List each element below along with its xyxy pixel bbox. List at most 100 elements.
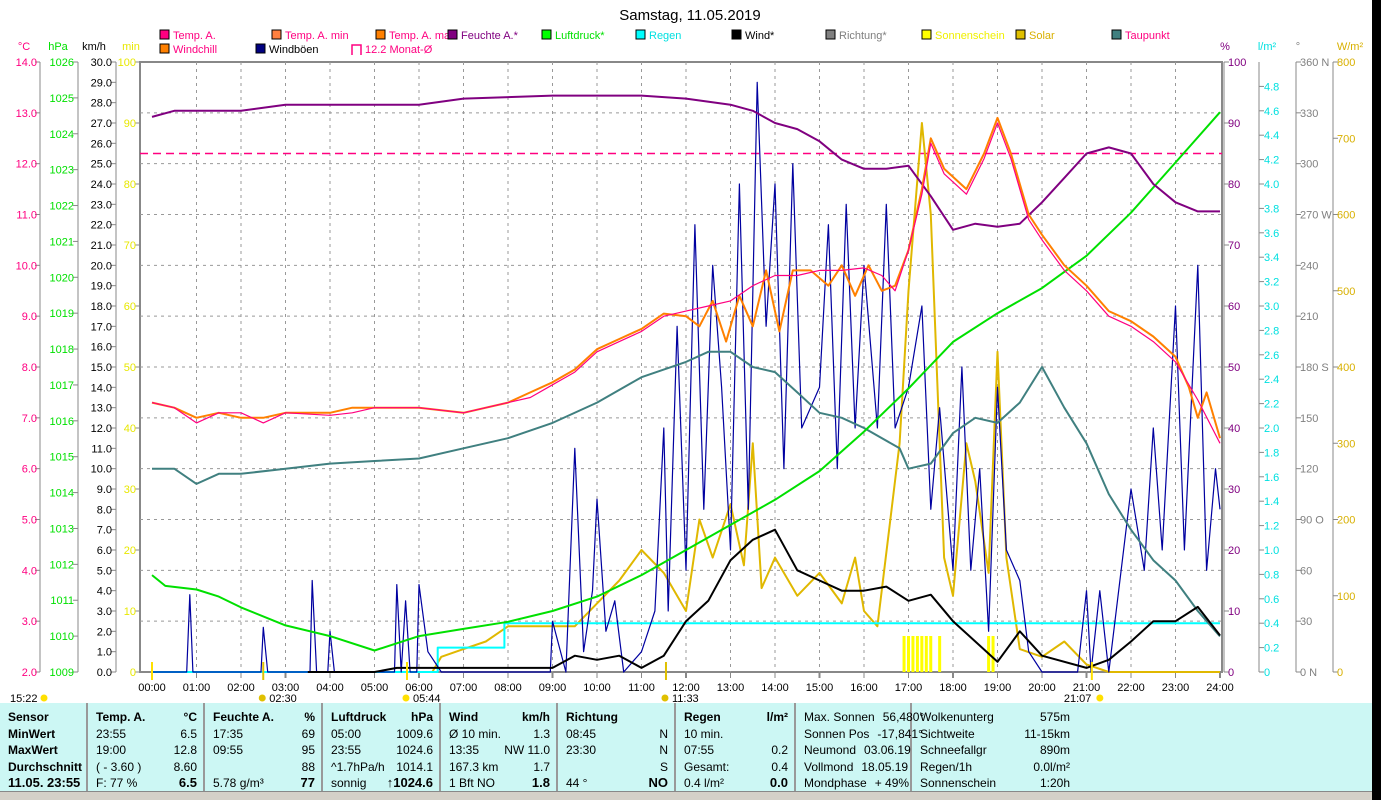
minutes-tick-label: 10: [124, 606, 136, 618]
wind-cell-value: NW 11.0: [504, 743, 550, 757]
legend-swatch: [1015, 29, 1026, 40]
wind-tick-label: 11.0: [91, 443, 112, 455]
minutes-tick-label: 30: [124, 484, 136, 496]
direction-tick-label: 300: [1300, 159, 1318, 171]
solar-tick-label: 600: [1337, 210, 1355, 222]
series-wind: [307, 528, 1221, 673]
temp-cell-value: 6.5: [180, 726, 197, 741]
legend-item: Sonnenschein: [921, 29, 1005, 42]
sunshine-bar: [938, 636, 942, 672]
direction-cell-label: 44 °: [566, 776, 588, 790]
temp-tick-label: 3.0: [22, 616, 37, 628]
rain-tick-label: 0.2: [1264, 643, 1279, 655]
humidity-cell-label: 17:35: [213, 726, 244, 741]
wind-tick-label: 9.0: [97, 484, 112, 496]
x-tick-label: 07:00: [450, 682, 478, 694]
rain-tick-label: 1.4: [1264, 496, 1279, 508]
legend-label: Windchill: [173, 44, 217, 56]
wind-cell-label: 1 Bft NO: [449, 776, 496, 790]
legend-item: Solar: [1015, 29, 1055, 42]
misc-value: 890m: [1039, 743, 1070, 757]
humidity-cell-value: 88: [301, 759, 315, 774]
pressure-cell-value: ↑1024.6: [386, 775, 433, 790]
temp-tick-label: 7.0: [22, 413, 37, 425]
sunrise-icon: [402, 694, 410, 702]
legend-swatch: [159, 43, 170, 54]
rain-tick-label: 1.6: [1264, 472, 1279, 484]
sunshine-bar: [902, 636, 906, 672]
direction-header: Richtung: [566, 710, 618, 724]
wind-tick-label: 24.0: [91, 179, 112, 191]
legend-item: Richtung*: [825, 29, 887, 42]
sunset-icon: [1096, 694, 1104, 702]
x-tick-label: 04:00: [316, 682, 344, 694]
direction-tick-label: 210: [1300, 311, 1318, 323]
legend-label: Luftdruck*: [555, 30, 605, 42]
humidity-tick-label: 10: [1228, 606, 1240, 618]
humidity-tick-label: 0: [1228, 667, 1234, 679]
legend-item: Temp. A. min: [271, 29, 349, 42]
rain-tick-label: 4.2: [1264, 155, 1279, 167]
minutes-tick-label: 90: [124, 118, 136, 130]
x-tick-label: 09:00: [539, 682, 567, 694]
pressure-column: Luftdruck hPa 05:00 1009.6 23:55 1024.6 ^1.7hP…: [323, 703, 441, 791]
astro-label: Sonnen Pos: [804, 726, 870, 741]
misc-column: Wolkenunterg 575m Sichtweite 11-15km Schneef…: [912, 703, 1372, 791]
pressure-tick-label: 1013: [50, 523, 74, 535]
pressure-cell-label: 05:00: [331, 726, 362, 741]
sunshine-bar: [991, 636, 995, 672]
rain-tick-label: 0.6: [1264, 594, 1279, 606]
pressure-tick-label: 1017: [50, 380, 74, 392]
humidity-unit: %: [304, 710, 315, 724]
humidity-cell-value: 77: [300, 775, 315, 790]
humidity-cell-value: 69: [301, 726, 315, 741]
legend-item: Regen: [635, 29, 681, 42]
humidity-tick-label: 80: [1228, 179, 1240, 191]
direction-tick-label: 0 N: [1300, 667, 1317, 679]
rain-header: Regen: [684, 710, 721, 724]
rain-tick-label: 1.0: [1264, 545, 1279, 557]
misc-value: 11-15km: [1024, 726, 1070, 741]
minutes-tick-label: 70: [124, 240, 136, 252]
pressure-tick-label: 1011: [50, 595, 74, 607]
humidity-cell-label: 09:55: [213, 743, 244, 757]
x-tick-label: 15:00: [806, 682, 834, 694]
legend-label: Taupunkt: [1125, 30, 1170, 42]
legend-swatch: [159, 29, 170, 40]
legend-swatch: [375, 29, 386, 40]
legend-swatch: [351, 44, 362, 55]
pressure-tick-label: 1021: [50, 236, 74, 248]
rain-tick-label: 0.4: [1264, 618, 1279, 630]
sensor-column: Sensor MinWert MaxWert Durchschnitt 11.0…: [0, 703, 88, 791]
event-time: 11:33: [672, 693, 699, 703]
misc-value: 0.0l/m²: [1033, 759, 1070, 774]
solar-tick-label: 300: [1337, 438, 1355, 450]
rain-tick-label: 4.4: [1264, 130, 1279, 142]
sunshine-bar: [924, 636, 928, 672]
direction-tick-label: 240: [1300, 260, 1318, 272]
moonrise-icon: [661, 694, 669, 702]
wind-column: Wind km/h Ø 10 min. 1.3 13:35 NW 11.0 167.3 km…: [441, 703, 558, 791]
solar-axis-unit: W/m²: [1337, 41, 1364, 53]
wind-header: Wind: [449, 710, 479, 724]
wind-axis-unit: km/h: [82, 41, 106, 53]
pressure-tick-label: 1009: [50, 667, 74, 679]
rain-cell-value: 0.0: [769, 775, 788, 790]
minutes-tick-label: 0: [130, 667, 136, 679]
x-tick-label: 05:00: [361, 682, 389, 694]
wind-cell-value: 1.3: [533, 726, 550, 741]
moonset-icon: [258, 694, 266, 702]
pressure-tick-label: 1022: [50, 201, 74, 213]
wind-tick-label: 1.0: [97, 647, 112, 659]
humidity-axis-unit: %: [1220, 41, 1230, 53]
wind-tick-label: 29.0: [91, 77, 112, 89]
minutes-tick-label: 80: [124, 179, 136, 191]
series-temp-a-max: [151, 116, 1221, 439]
x-tick-label: 08:00: [494, 682, 522, 694]
temp-tick-label: 8.0: [22, 362, 37, 374]
direction-cell-label: 23:30: [566, 743, 597, 757]
rain-tick-label: 0.8: [1264, 569, 1279, 581]
moon-icon: [40, 694, 48, 702]
astro-label: Vollmond: [804, 759, 854, 774]
event-time: 21:07: [1064, 693, 1092, 703]
